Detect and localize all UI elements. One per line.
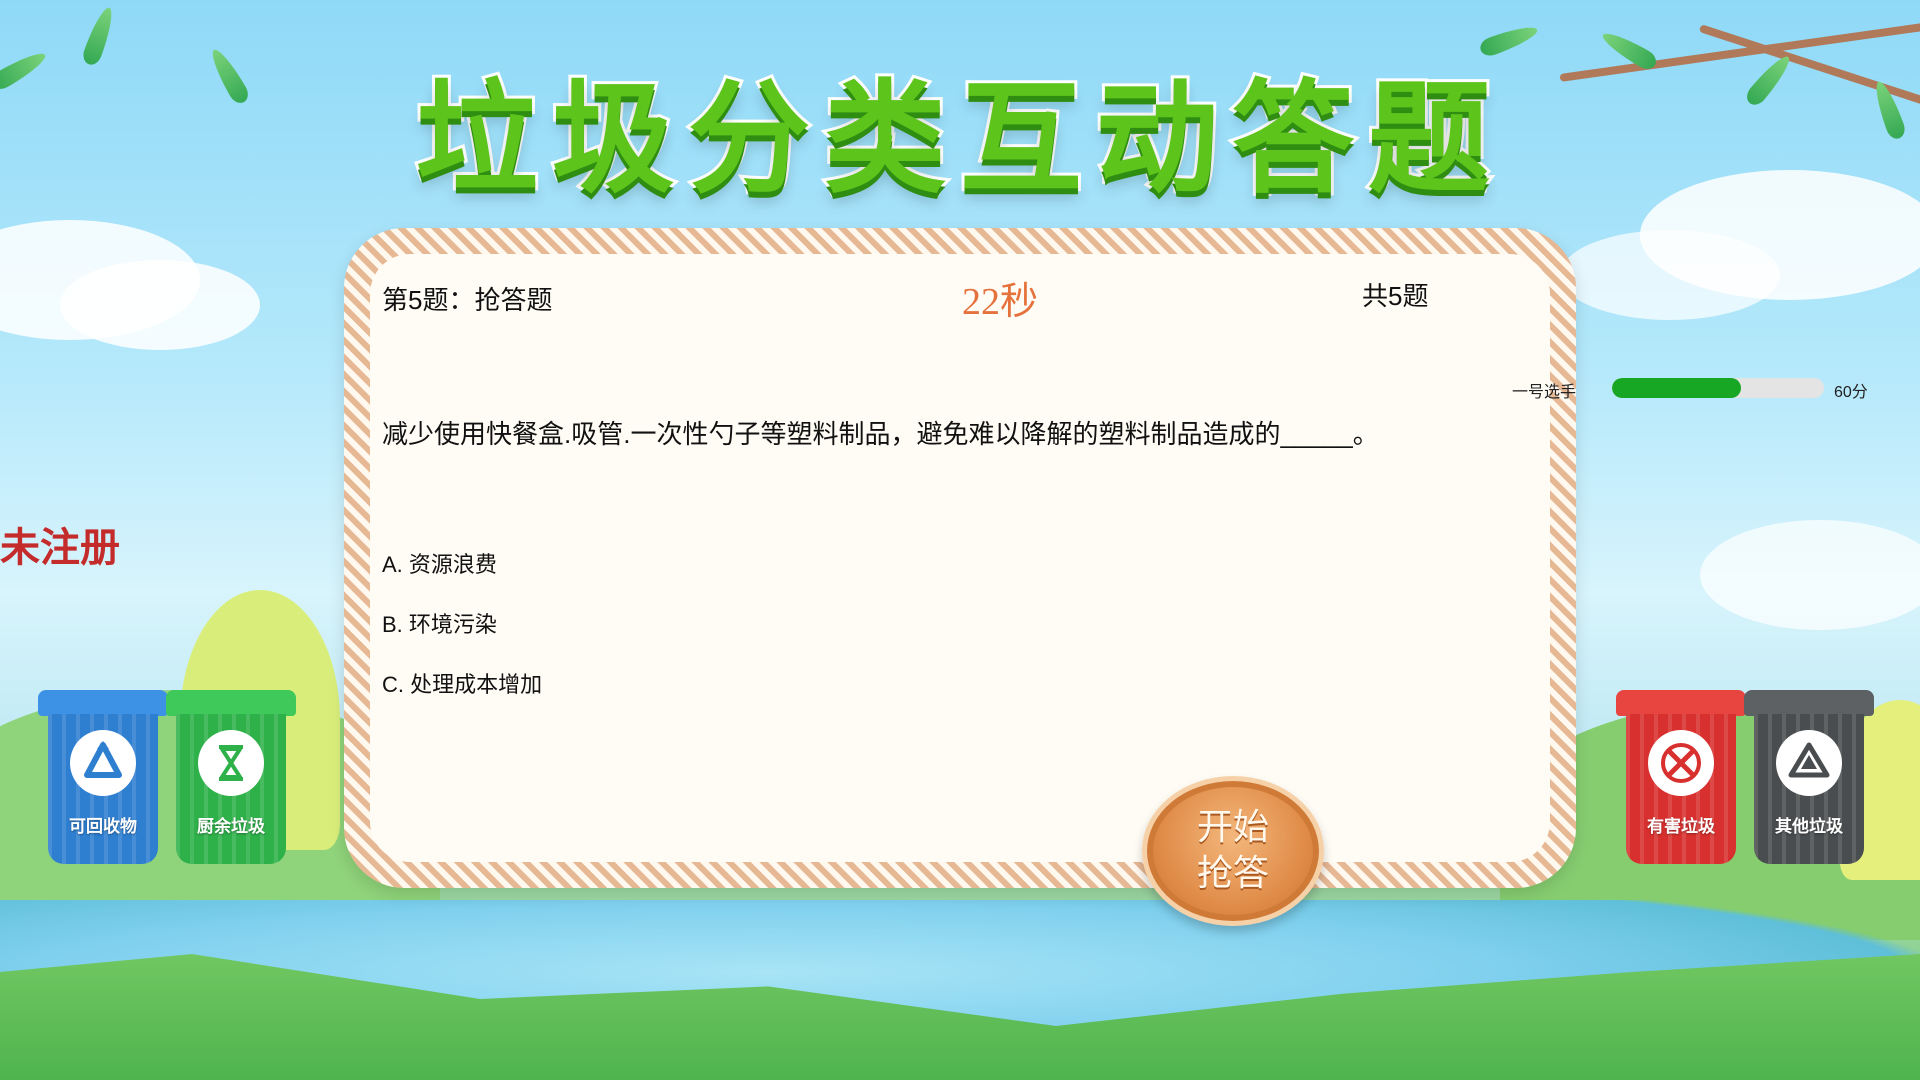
game-scene: 垃圾分类互动答题 未注册 第5题：抢答题 22秒 共5题 减少使用快餐盒.吸管.…: [0, 0, 1920, 1080]
bin-label: 可回收物: [69, 817, 137, 837]
score-bar-fill: [1612, 378, 1742, 398]
question-number: 第5题：抢答题: [382, 285, 553, 315]
hourglass-icon: [198, 730, 264, 796]
other-waste-icon: [1776, 730, 1842, 796]
bin-lid: [166, 690, 296, 716]
bin-other-waste: 其他垃圾: [1744, 690, 1874, 870]
bin-label: 厨余垃圾: [197, 817, 265, 837]
score-panel: 一号选手 60分: [1512, 376, 1872, 401]
bin-lid: [1616, 690, 1746, 716]
hazard-icon: [1648, 730, 1714, 796]
start-answer-label: 开始抢答: [1196, 807, 1269, 894]
cloud: [1560, 230, 1780, 320]
option-b[interactable]: B. 环境污染: [382, 612, 542, 672]
answer-options: A. 资源浪费 B. 环境污染 C. 处理成本增加: [382, 552, 542, 732]
bin-kitchen-waste: 厨余垃圾: [166, 690, 296, 870]
bin-label: 有害垃圾: [1647, 817, 1715, 837]
cloud: [1700, 520, 1920, 630]
question-text: 减少使用快餐盒.吸管.一次性勺子等塑料制品，避免难以降解的塑料制品造成的____…: [382, 419, 1379, 449]
game-title: 垃圾分类互动答题: [413, 65, 1504, 213]
start-answer-button[interactable]: 开始抢答: [1142, 776, 1324, 926]
option-a[interactable]: A. 资源浪费: [382, 552, 542, 612]
bin-lid: [38, 690, 168, 716]
cloud: [60, 260, 260, 350]
bin-label: 其他垃圾: [1775, 817, 1843, 837]
unregistered-watermark: 未注册: [0, 525, 120, 571]
bin-recyclable: 可回收物: [38, 690, 168, 870]
question-total: 共5题: [1362, 281, 1429, 311]
option-c[interactable]: C. 处理成本增加: [382, 672, 542, 732]
countdown-timer: 22秒: [961, 281, 1038, 323]
question-card: [370, 254, 1550, 862]
player-name: 一号选手: [1512, 384, 1577, 401]
recycle-icon: [70, 730, 136, 796]
score-bar: [1612, 378, 1824, 398]
player-score: 60分: [1834, 384, 1868, 401]
bin-hazardous: 有害垃圾: [1616, 690, 1746, 870]
bin-lid: [1744, 690, 1874, 716]
